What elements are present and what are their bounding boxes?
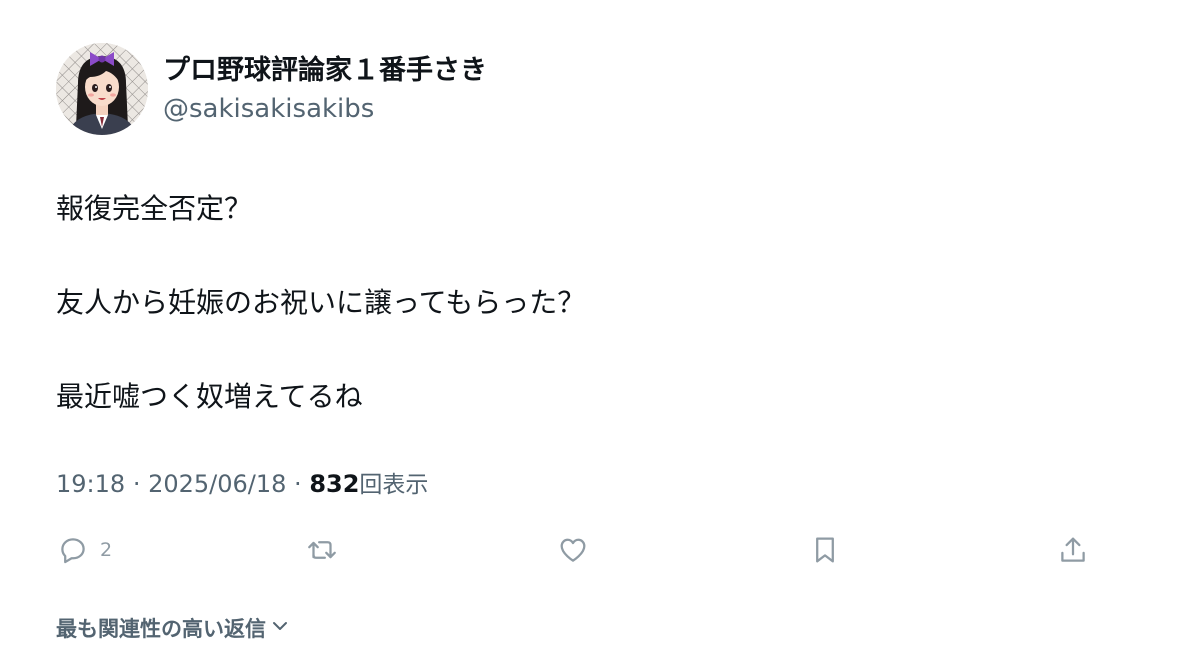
- tweet-text-line: 報復完全否定？: [56, 192, 253, 225]
- tweet-text-line: 友人から妊娠のお祝いに譲ってもらった？: [56, 286, 586, 319]
- reply-button[interactable]: 2: [56, 530, 112, 570]
- meta-separator: ·: [132, 470, 149, 498]
- tweet-text-line: 最近嘘つく奴増えてるね: [56, 380, 363, 413]
- user-handle[interactable]: @sakisakisakibs: [163, 92, 374, 126]
- tweet-date[interactable]: 2025/06/18: [148, 470, 286, 498]
- like-icon: [560, 538, 586, 562]
- bookmark-icon: [816, 537, 834, 563]
- views-count[interactable]: 832: [309, 470, 359, 498]
- tweet-time[interactable]: 19:18: [56, 470, 125, 498]
- chevron-down-icon: [270, 616, 290, 641]
- retweet-button[interactable]: [304, 530, 340, 570]
- replies-sort-label: 最も関連性の高い返信: [56, 617, 266, 641]
- tweet-detail: プロ野球評論家１番手さき @sakisakisakibs 報復完全否定？ 友人か…: [0, 0, 1200, 672]
- tweet-meta: 19:18 · 2025/06/18 · 832回表示: [56, 467, 428, 502]
- like-button[interactable]: [556, 530, 590, 570]
- meta-separator: ·: [294, 470, 310, 498]
- display-name[interactable]: プロ野球評論家１番手さき: [163, 53, 487, 89]
- avatar-image: [56, 43, 148, 135]
- replies-sort-dropdown[interactable]: 最も関連性の高い返信: [56, 612, 290, 644]
- retweet-icon: [308, 541, 336, 559]
- avatar[interactable]: [56, 43, 148, 135]
- reply-icon: [61, 538, 85, 564]
- views-label: 回表示: [359, 472, 429, 498]
- bookmark-button[interactable]: [808, 530, 842, 570]
- reply-count: 2: [100, 539, 113, 561]
- share-button[interactable]: [1056, 530, 1090, 570]
- share-icon: [1061, 537, 1085, 562]
